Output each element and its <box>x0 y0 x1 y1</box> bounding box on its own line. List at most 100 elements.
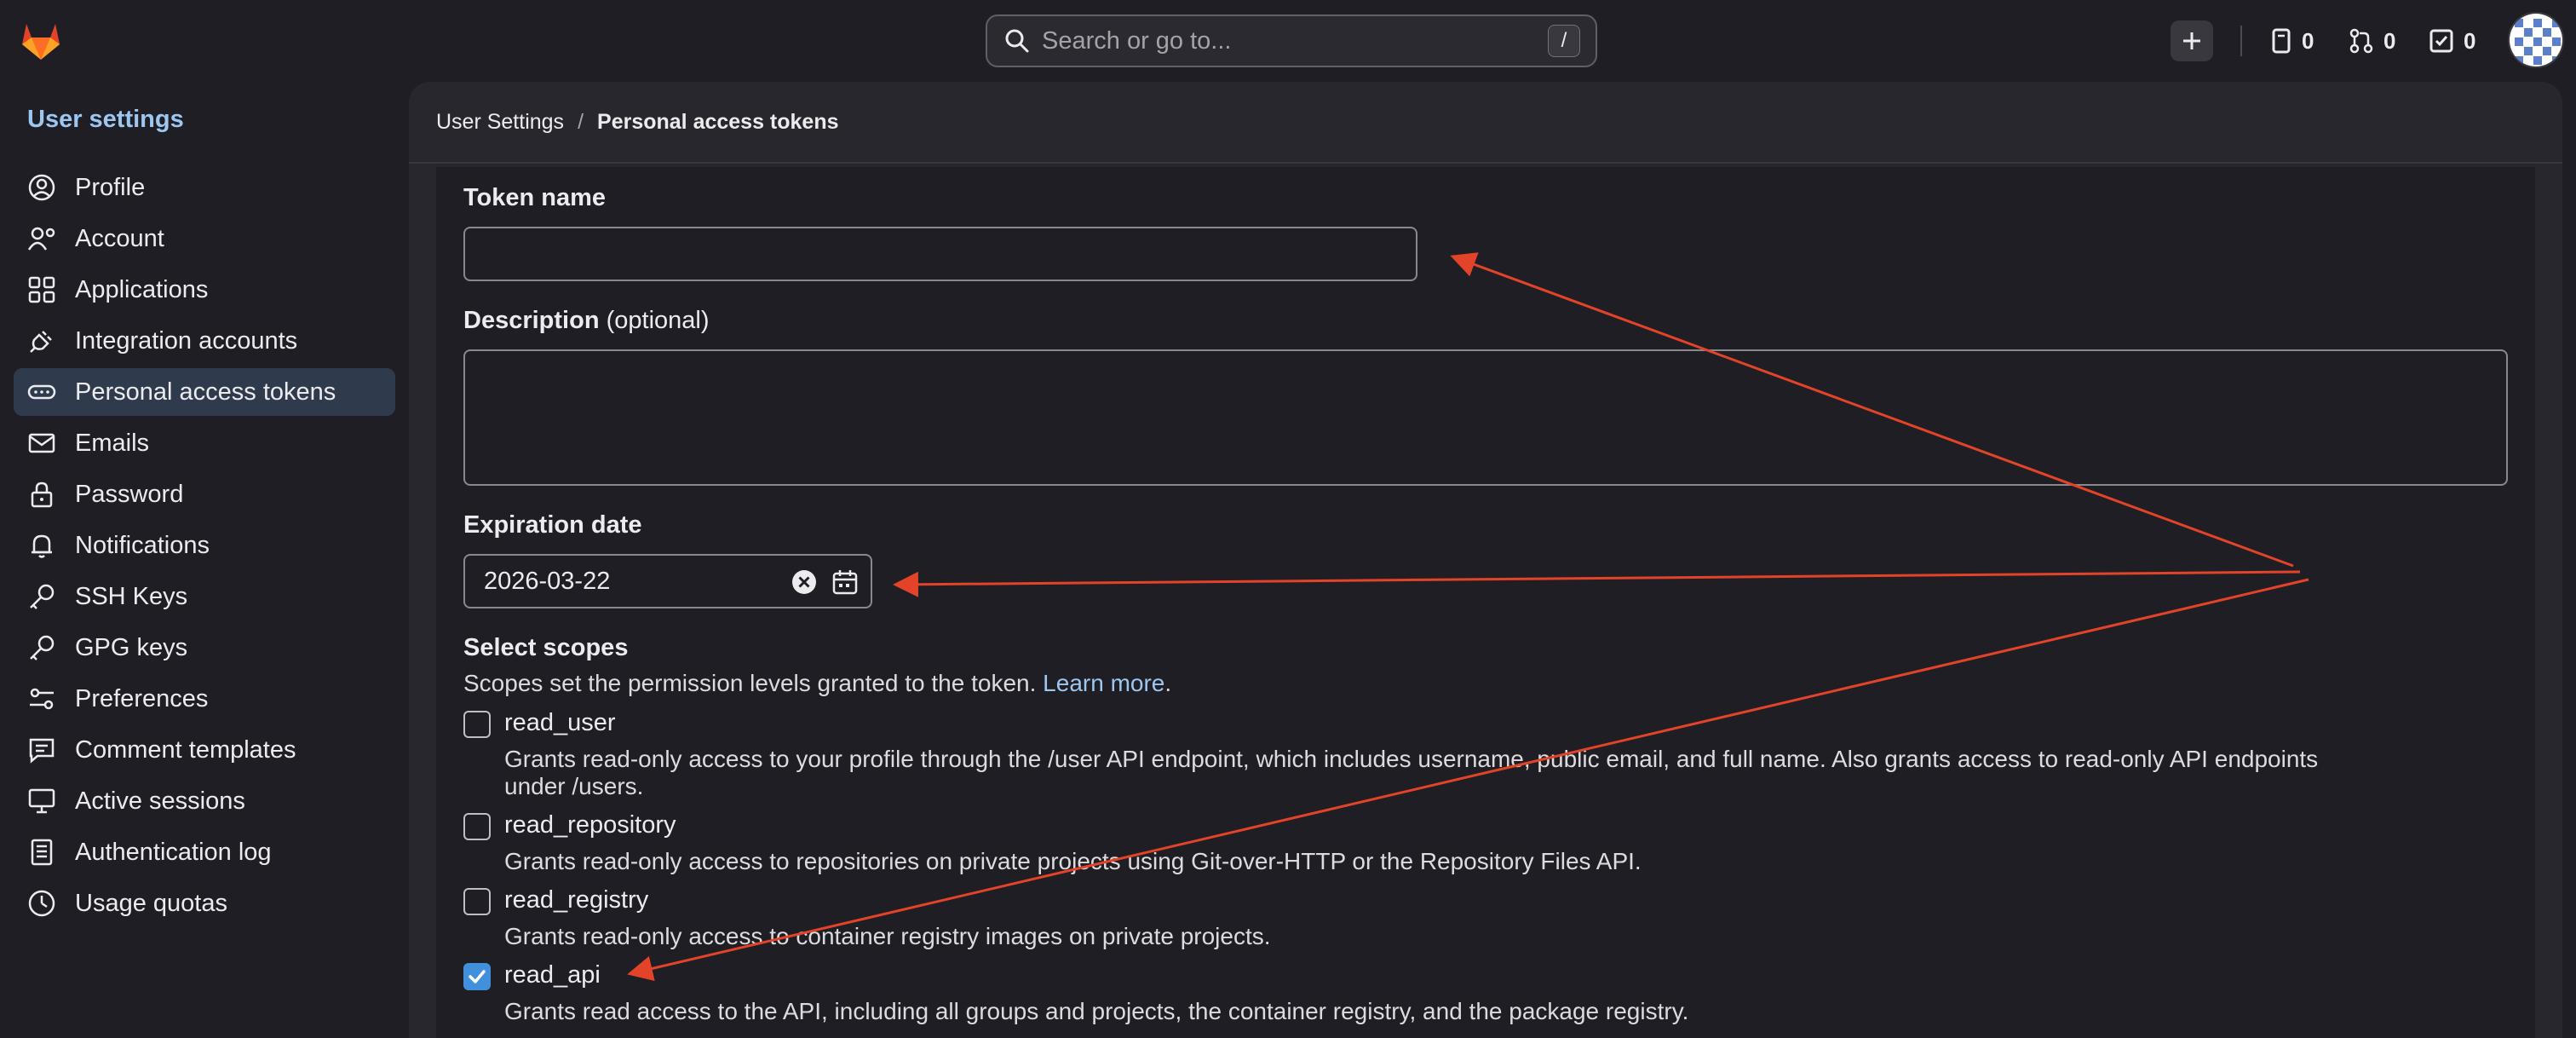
description-textarea[interactable] <box>463 349 2508 486</box>
main-panel: User Settings / Personal access tokens T… <box>409 82 2562 1038</box>
monitor-icon <box>28 788 55 814</box>
scope-name-read-registry: read_registry <box>504 886 649 914</box>
divider <box>2240 26 2242 56</box>
sidebar-item-label: Password <box>75 480 184 508</box>
sidebar-item-ssh-keys[interactable]: SSH Keys <box>14 573 395 620</box>
issues-counter[interactable]: 0 <box>2269 20 2314 61</box>
key-icon <box>30 635 55 660</box>
token-form: Token name Description (optional) Expira… <box>436 167 2535 1038</box>
applications-icon <box>28 276 55 303</box>
gitlab-logo-icon[interactable] <box>19 19 63 63</box>
key-icon <box>30 584 55 609</box>
select-scopes-label: Select scopes <box>463 634 629 661</box>
sidebar-item-profile[interactable]: Profile <box>14 164 395 211</box>
calendar-icon[interactable] <box>831 568 859 596</box>
clear-date-icon[interactable] <box>791 568 818 596</box>
sidebar-item-label: SSH Keys <box>75 582 188 610</box>
comment-icon <box>29 738 55 764</box>
sidebar-item-label: Preferences <box>75 684 209 712</box>
breadcrumb: User Settings / Personal access tokens <box>409 82 2562 164</box>
search-placeholder: Search or go to... <box>1042 26 1232 55</box>
breadcrumb-current[interactable]: Personal access tokens <box>597 110 839 135</box>
sidebar: User settings Profile Account Applicatio… <box>0 82 409 1038</box>
learn-more-link[interactable]: Learn more <box>1043 670 1164 696</box>
sidebar-item-password[interactable]: Password <box>14 470 395 518</box>
merge-requests-counter[interactable]: 0 <box>2348 20 2395 61</box>
sidebar-item-label: Account <box>75 224 164 252</box>
sidebar-item-applications[interactable]: Applications <box>14 266 395 314</box>
token-name-label: Token name <box>463 184 607 211</box>
sidebar-item-emails[interactable]: Emails <box>14 419 395 467</box>
sidebar-item-label: Emails <box>75 429 150 457</box>
sidebar-item-personal-access-tokens[interactable]: Personal access tokens <box>14 368 395 416</box>
sidebar-item-comment-templates[interactable]: Comment templates <box>14 726 395 774</box>
read-api-checkbox[interactable] <box>463 963 491 990</box>
checkmark-icon <box>469 970 486 983</box>
sidebar-item-label: Applications <box>75 275 209 303</box>
sidebar-item-account[interactable]: Account <box>14 215 395 262</box>
sidebar-item-authentication-log[interactable]: Authentication log <box>14 828 395 876</box>
scope-name-read-api: read_api <box>504 961 601 989</box>
breadcrumb-separator: / <box>578 109 584 134</box>
account-icon <box>27 227 55 251</box>
sidebar-item-gpg-keys[interactable]: GPG keys <box>14 624 395 672</box>
sidebar-item-label: Personal access tokens <box>75 378 336 406</box>
token-icon <box>27 384 56 400</box>
description-label-text: Description <box>463 307 600 334</box>
sidebar-item-label: Comment templates <box>75 735 296 764</box>
scope-desc-read-repository: Grants read-only access to repositories … <box>504 848 1642 874</box>
scope-name-read-repository: read_repository <box>504 811 676 839</box>
profile-icon <box>28 174 55 201</box>
bell-icon <box>32 534 52 558</box>
sidebar-item-integration-accounts[interactable]: Integration accounts <box>14 317 395 365</box>
merge-request-icon <box>2349 28 2373 54</box>
sidebar-nav: Profile Account Applications Integration… <box>14 164 395 931</box>
sidebar-item-usage-quotas[interactable]: Usage quotas <box>14 879 395 927</box>
todos-count: 0 <box>2464 27 2476 54</box>
lock-icon <box>31 482 53 508</box>
log-icon <box>31 839 53 866</box>
scope-name-read-user: read_user <box>504 709 616 736</box>
search-shortcut-key: / <box>1548 25 1580 57</box>
sidebar-title: User settings <box>27 106 184 133</box>
sidebar-item-label: Usage quotas <box>75 889 227 917</box>
preferences-icon <box>30 688 54 710</box>
scope-desc-read-user-line2: under /users. <box>504 773 644 799</box>
scope-desc-read-registry: Grants read-only access to container reg… <box>504 923 1271 949</box>
scope-desc-read-user-line1: Grants read-only access to your profile … <box>504 746 2319 772</box>
read-repository-checkbox[interactable] <box>463 813 491 840</box>
sidebar-item-label: Notifications <box>75 531 210 559</box>
description-optional: (optional) <box>606 307 710 334</box>
issues-icon <box>2272 28 2291 54</box>
scopes-help-sentence: Scopes set the permission levels granted… <box>463 670 1037 696</box>
todo-icon <box>2429 29 2453 53</box>
scopes-help-period: . <box>1164 670 1172 696</box>
quota-icon <box>28 890 55 917</box>
read-registry-checkbox[interactable] <box>463 888 491 915</box>
create-new-button[interactable] <box>2171 20 2213 61</box>
top-bar: Search or go to... / 0 0 0 <box>0 0 2576 82</box>
sidebar-item-label: Authentication log <box>75 838 272 866</box>
description-label: Description (optional) <box>463 307 710 335</box>
sidebar-item-notifications[interactable]: Notifications <box>14 522 395 569</box>
expiration-date-value: 2026-03-22 <box>484 568 611 595</box>
avatar[interactable] <box>2508 12 2564 68</box>
issues-count: 0 <box>2302 27 2314 54</box>
merge-requests-count: 0 <box>2383 27 2396 54</box>
breadcrumb-user-settings[interactable]: User Settings <box>436 110 564 135</box>
token-name-input[interactable] <box>463 227 1417 281</box>
sidebar-item-active-sessions[interactable]: Active sessions <box>14 777 395 825</box>
read-user-checkbox[interactable] <box>463 711 491 738</box>
sidebar-item-label: Active sessions <box>75 787 245 815</box>
sidebar-item-label: Profile <box>75 173 146 201</box>
sidebar-item-label: GPG keys <box>75 633 188 661</box>
sidebar-item-preferences[interactable]: Preferences <box>14 675 395 723</box>
plus-icon <box>2183 32 2200 49</box>
sidebar-item-label: Integration accounts <box>75 326 298 355</box>
avatar-identicon-icon <box>2510 14 2562 66</box>
search-input[interactable]: Search or go to... / <box>986 14 1597 67</box>
expiration-date-input[interactable]: 2026-03-22 <box>463 554 872 608</box>
mail-icon <box>28 433 55 453</box>
plug-icon <box>30 331 52 353</box>
todos-counter[interactable]: 0 <box>2428 20 2475 61</box>
